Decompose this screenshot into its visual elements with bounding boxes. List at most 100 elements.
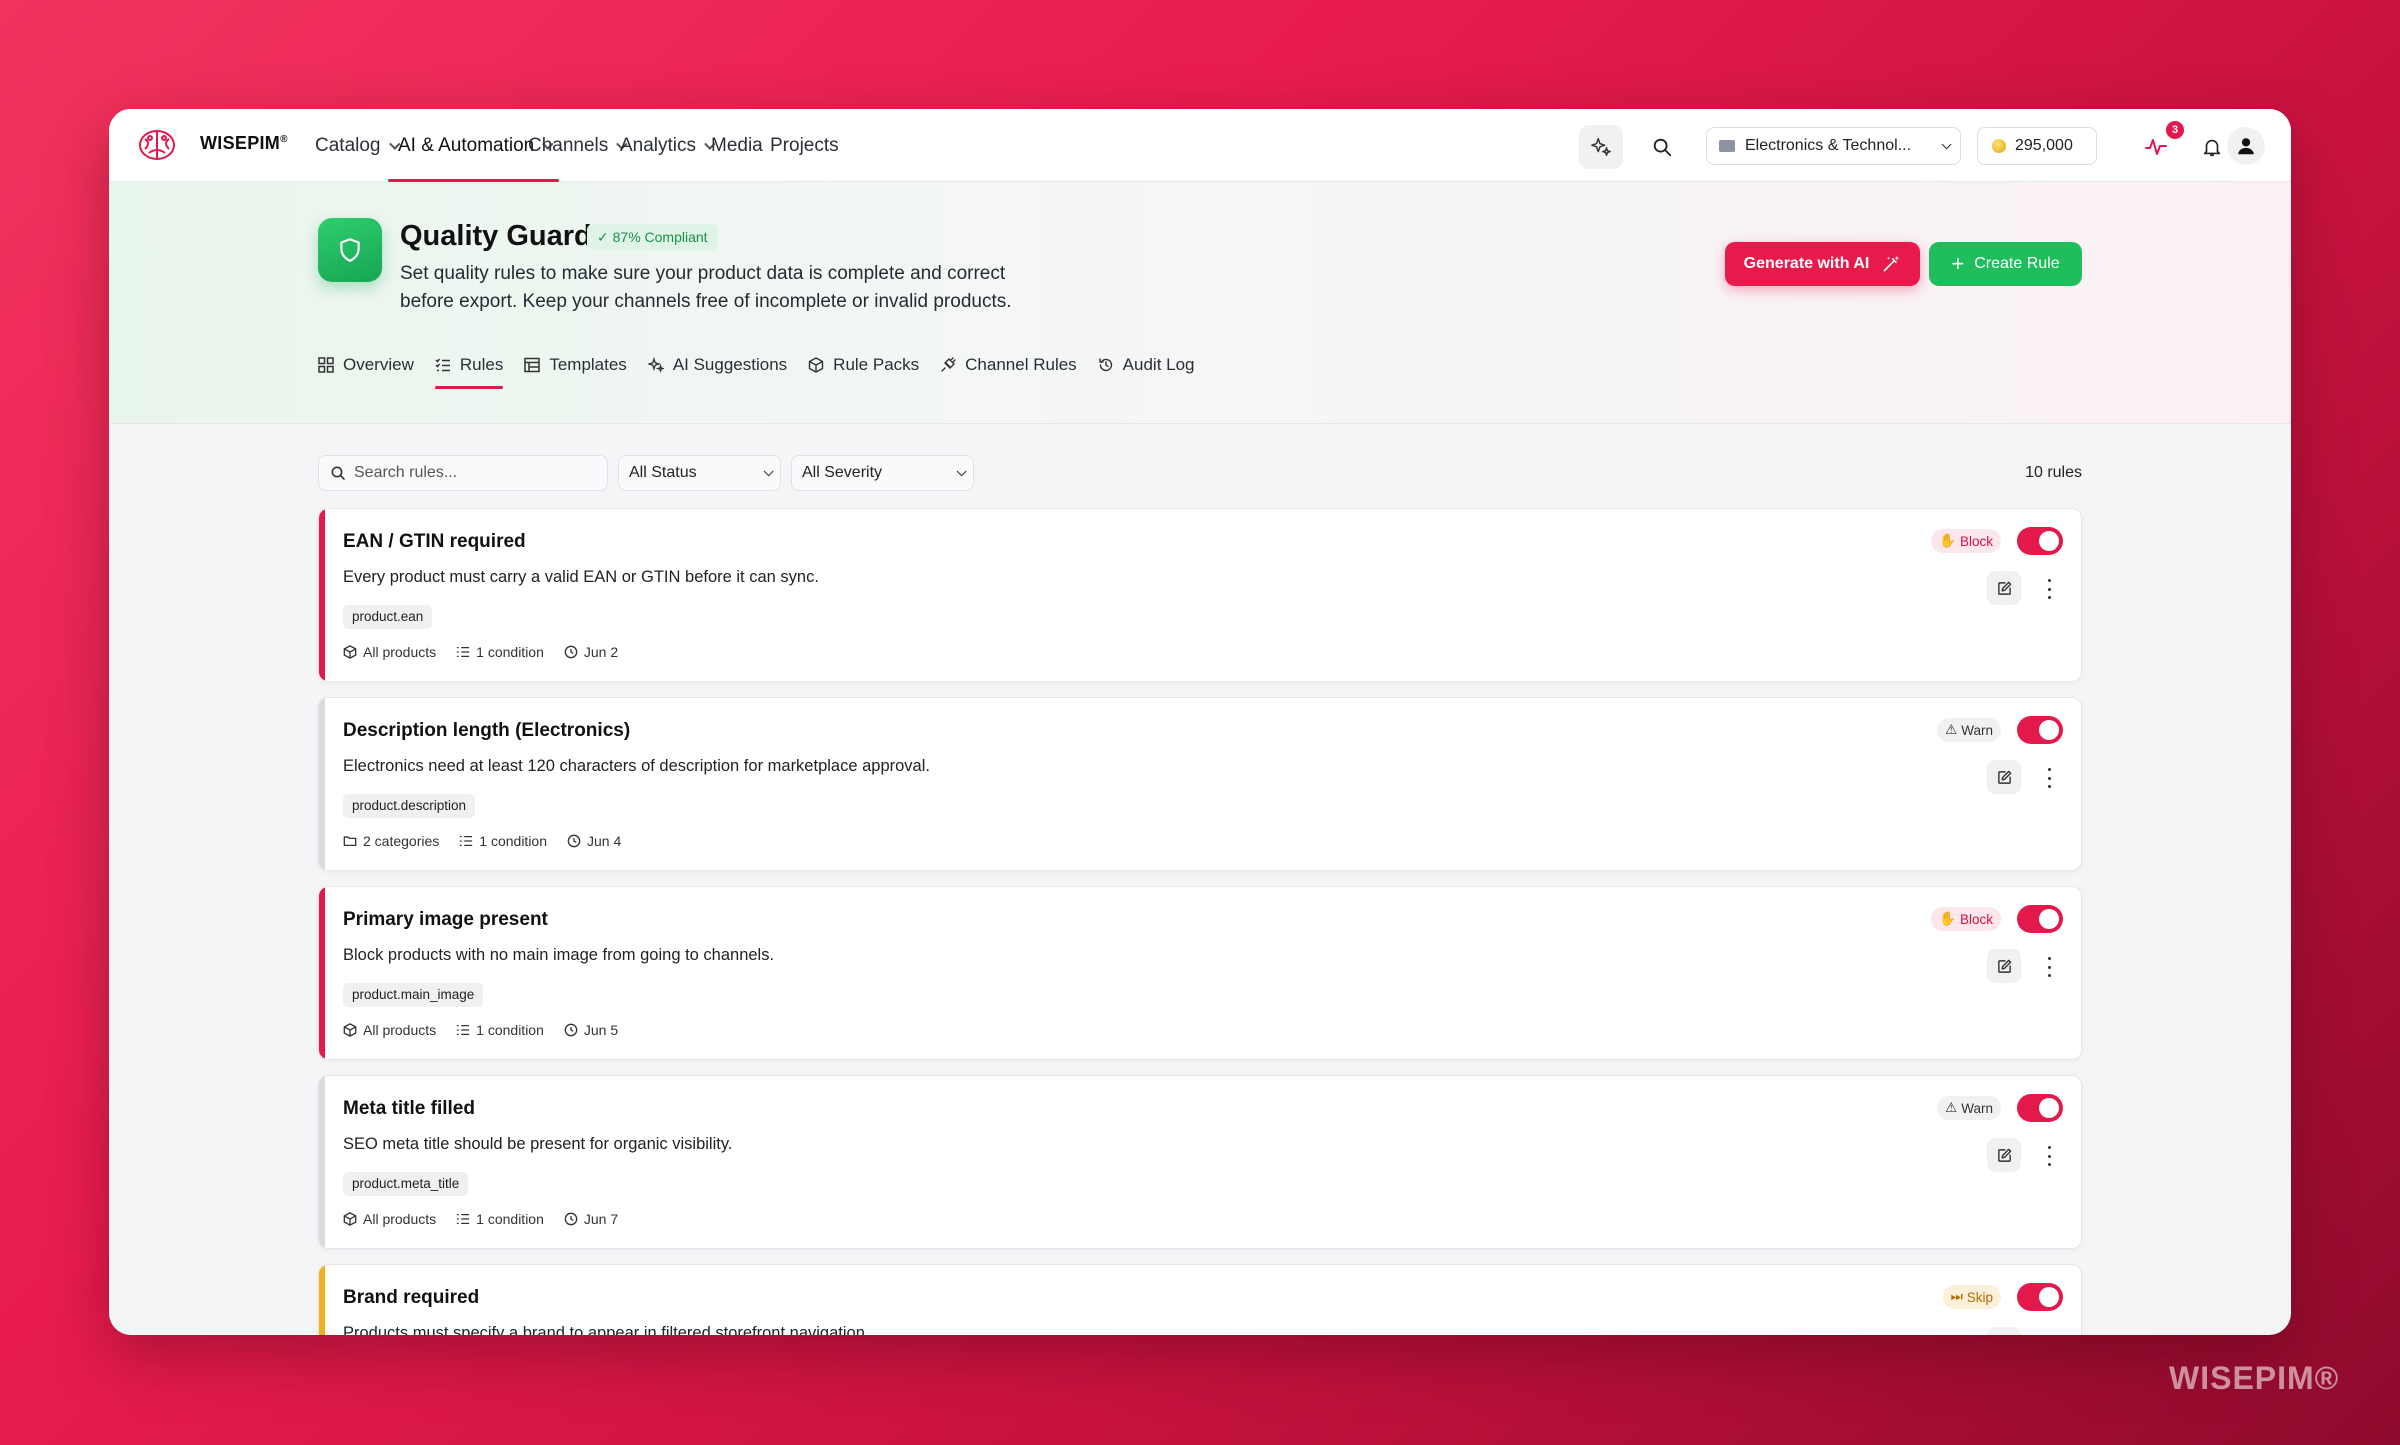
rule-title[interactable]: EAN / GTIN required bbox=[343, 531, 526, 553]
rule-meta: All products 1 condition Jun 7 bbox=[343, 1211, 618, 1227]
list-icon bbox=[457, 646, 470, 658]
tab-audit-log[interactable]: Audit Log bbox=[1098, 345, 1195, 385]
nav-media[interactable]: Media bbox=[711, 109, 763, 182]
rule-card[interactable]: Primary image present Block products wit… bbox=[318, 886, 2082, 1060]
severity-badge: ✋ Block bbox=[1931, 529, 2001, 553]
generate-with-ai-button[interactable]: Generate with AI bbox=[1725, 242, 1920, 286]
brain-logo-icon[interactable] bbox=[137, 127, 177, 163]
edit-rule-button[interactable] bbox=[1987, 571, 2021, 605]
rule-title[interactable]: Description length (Electronics) bbox=[343, 720, 630, 742]
plus-icon: + bbox=[1951, 251, 1965, 276]
template-icon bbox=[524, 357, 541, 373]
rule-title[interactable]: Meta title filled bbox=[343, 1098, 475, 1120]
severity-badge: ⚠ Warn bbox=[1937, 718, 2001, 742]
rule-field-tag: product.ean bbox=[343, 605, 433, 629]
rule-description: Electronics need at least 120 characters… bbox=[343, 757, 930, 775]
rule-title[interactable]: Primary image present bbox=[343, 909, 548, 931]
skip-forward-icon: ⏭ bbox=[1950, 1289, 1963, 1304]
clock-icon bbox=[567, 834, 581, 848]
more-options-icon[interactable] bbox=[2045, 1146, 2053, 1166]
rule-count: 10 rules bbox=[2025, 464, 2082, 481]
history-icon bbox=[1098, 358, 1112, 372]
brand-name[interactable]: WISEPIM® bbox=[200, 133, 288, 154]
grid-icon bbox=[318, 357, 334, 373]
rule-field-tag: product.description bbox=[343, 794, 476, 818]
nav-catalog[interactable]: Catalog bbox=[315, 109, 400, 182]
hand-stop-icon: ✋ bbox=[1939, 533, 1956, 548]
tab-channel-rules[interactable]: Channel Rules bbox=[940, 345, 1077, 385]
nav-projects[interactable]: Projects bbox=[770, 109, 839, 182]
edit-rule-button[interactable] bbox=[1987, 760, 2021, 794]
create-rule-button[interactable]: + Create Rule bbox=[1929, 242, 2082, 286]
magic-wand-icon bbox=[1883, 255, 1900, 272]
plug-icon bbox=[941, 357, 956, 372]
rule-card[interactable]: EAN / GTIN required Every product must c… bbox=[318, 508, 2082, 682]
edit-icon bbox=[1997, 581, 2011, 595]
more-options-icon[interactable] bbox=[2045, 579, 2053, 599]
cube-icon bbox=[343, 1023, 357, 1037]
rule-enabled-toggle[interactable] bbox=[2017, 716, 2063, 744]
more-options-icon[interactable] bbox=[2045, 768, 2053, 788]
rule-card[interactable]: Meta title filled SEO meta title should … bbox=[318, 1075, 2082, 1249]
warning-icon: ⚠ bbox=[1945, 1100, 1958, 1115]
search-field[interactable] bbox=[318, 455, 608, 491]
tab-rule-packs[interactable]: Rule Packs bbox=[808, 345, 919, 385]
edit-icon bbox=[1997, 959, 2011, 973]
rule-description: Block products with no main image from g… bbox=[343, 946, 775, 964]
bell-icon bbox=[2203, 139, 2221, 157]
activity-pulse-icon bbox=[2145, 139, 2167, 155]
hand-stop-icon: ✋ bbox=[1939, 911, 1956, 926]
rule-enabled-toggle[interactable] bbox=[2017, 1283, 2063, 1311]
rule-enabled-toggle[interactable] bbox=[2017, 905, 2063, 933]
workspace-select[interactable]: Electronics & Technol... bbox=[1706, 127, 1961, 165]
edit-rule-button[interactable] bbox=[1987, 1138, 2021, 1172]
nav-analytics[interactable]: Analytics bbox=[620, 109, 716, 182]
nav-channels[interactable]: Channels bbox=[528, 109, 628, 182]
rule-meta: 2 categories 1 condition Jun 4 bbox=[343, 833, 621, 849]
list-check-icon bbox=[435, 358, 450, 372]
brand-watermark: WISEPIM® bbox=[2169, 1360, 2340, 1396]
rule-card[interactable]: Description length (Electronics) Electro… bbox=[318, 697, 2082, 871]
tab-ai-suggestions[interactable]: AI Suggestions bbox=[647, 345, 787, 385]
ai-assistant-button[interactable] bbox=[1579, 125, 1623, 169]
cube-icon bbox=[343, 645, 357, 659]
credits-value: 295,000 bbox=[2015, 137, 2073, 154]
status-filter[interactable]: All Status bbox=[618, 455, 781, 491]
section-tabs: Overview Rules Templates AI Suggestions … bbox=[318, 345, 1216, 389]
rule-field-tag: product.meta_title bbox=[343, 1172, 469, 1196]
sparkle-icon bbox=[647, 357, 664, 373]
rule-meta: All products 1 condition Jun 5 bbox=[343, 1022, 618, 1038]
search-input[interactable] bbox=[354, 464, 594, 482]
severity-filter[interactable]: All Severity bbox=[791, 455, 974, 491]
check-icon: ✓ bbox=[597, 229, 613, 245]
nav-ai-automation[interactable]: AI & Automation bbox=[387, 109, 560, 182]
rule-description: SEO meta title should be present for org… bbox=[343, 1135, 733, 1153]
severity-accent-bar bbox=[319, 887, 325, 1059]
tab-templates[interactable]: Templates bbox=[524, 345, 627, 385]
search-button[interactable] bbox=[1640, 125, 1684, 169]
edit-rule-button[interactable] bbox=[1987, 949, 2021, 983]
tab-rules[interactable]: Rules bbox=[434, 345, 504, 389]
rule-enabled-toggle[interactable] bbox=[2017, 527, 2063, 555]
list-icon bbox=[457, 1024, 470, 1036]
credits-balance[interactable]: 295,000 bbox=[1977, 127, 2097, 165]
edit-rule-button[interactable] bbox=[1987, 1327, 2021, 1335]
severity-accent-bar bbox=[319, 1265, 325, 1335]
rule-card[interactable]: Brand required Products must specify a b… bbox=[318, 1264, 2082, 1335]
tab-overview[interactable]: Overview bbox=[318, 345, 414, 385]
more-options-icon[interactable] bbox=[2045, 957, 2053, 977]
workspace-flag-icon bbox=[1719, 140, 1735, 152]
activity-button[interactable]: 3 bbox=[2134, 121, 2184, 169]
folder-icon bbox=[343, 836, 357, 847]
search-icon bbox=[331, 466, 345, 480]
list-icon bbox=[460, 835, 473, 847]
chevron-down-icon bbox=[763, 465, 774, 476]
app-window: WISEPIM® Catalog AI & Automation Channel… bbox=[109, 109, 2291, 1335]
clock-icon bbox=[564, 1212, 578, 1226]
warning-icon: ⚠ bbox=[1945, 722, 1958, 737]
user-avatar[interactable] bbox=[2227, 127, 2265, 165]
rule-description: Every product must carry a valid EAN or … bbox=[343, 568, 819, 586]
rule-title[interactable]: Brand required bbox=[343, 1287, 479, 1309]
rule-enabled-toggle[interactable] bbox=[2017, 1094, 2063, 1122]
compliance-badge: ✓ 87% Compliant bbox=[587, 224, 718, 250]
